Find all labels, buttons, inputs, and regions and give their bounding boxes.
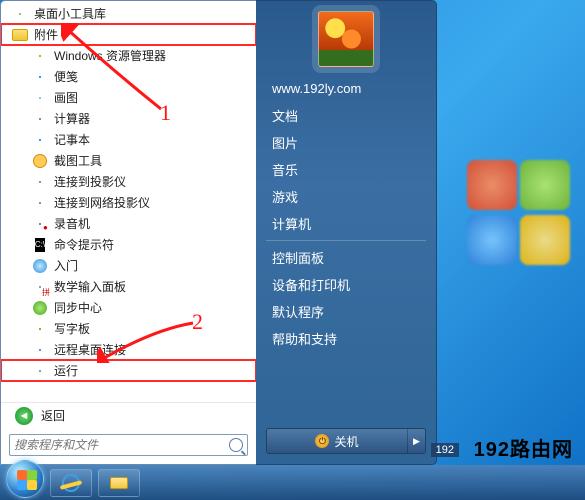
program-label: 运行 — [54, 362, 78, 379]
program-item-notepad[interactable]: 记事本 — [1, 129, 256, 150]
rp-link-a-0[interactable]: 文档 — [256, 102, 436, 129]
program-item-cmd[interactable]: C:\ 命令提示符 — [1, 234, 256, 255]
program-item-snip[interactable]: 截图工具 — [1, 150, 256, 171]
program-item-proj[interactable]: 连接到投影仪 — [1, 171, 256, 192]
program-item-sync[interactable]: 同步中心 — [1, 297, 256, 318]
program-item-intro[interactable]: 入门 — [1, 255, 256, 276]
taskbar-ie-button[interactable] — [50, 469, 92, 497]
search-box[interactable] — [9, 434, 248, 456]
rp-link-a-3[interactable]: 游戏 — [256, 183, 436, 210]
start-menu-right-pane: www.192ly.com 文档图片音乐游戏计算机 控制面板设备和打印机默认程序… — [256, 0, 437, 465]
rp-link-b-0[interactable]: 控制面板 — [256, 244, 436, 271]
start-button[interactable] — [6, 460, 44, 498]
taskbar-explorer-button[interactable] — [98, 469, 140, 497]
shutdown-button[interactable]: ⏻ 关机 — [267, 429, 407, 453]
tray-tooltip: 192 — [431, 443, 459, 457]
program-label: 画图 — [54, 89, 78, 106]
search-row — [1, 428, 256, 464]
program-label: 计算器 — [54, 110, 90, 127]
program-item-paint[interactable]: 画图 — [1, 87, 256, 108]
program-item-calc[interactable]: 计算器 — [1, 108, 256, 129]
rp-link-b-2[interactable]: 默认程序 — [256, 298, 436, 325]
cmd-icon: C:\ — [31, 236, 49, 254]
user-avatar[interactable] — [318, 11, 374, 67]
start-menu-left-pane: 桌面小工具库附件 Windows 资源管理器便笺画图计算器记事本截图工具连接到投影… — [0, 0, 256, 465]
netproj-icon — [31, 194, 49, 212]
program-item-explorer[interactable]: Windows 资源管理器 — [1, 45, 256, 66]
sticky-icon — [31, 68, 49, 86]
program-label: 连接到投影仪 — [54, 173, 126, 190]
back-label: 返回 — [41, 407, 65, 424]
program-item-rdp[interactable]: 远程桌面连接 — [1, 339, 256, 360]
wallpaper-windows-logo — [455, 160, 575, 280]
accessories-icon — [11, 26, 29, 44]
program-item-run[interactable]: 运行 — [1, 360, 256, 381]
folder-icon — [110, 477, 128, 489]
shutdown-button-group: ⏻ 关机 ▶ — [266, 428, 426, 454]
paint-icon — [31, 89, 49, 107]
search-input[interactable] — [14, 438, 229, 452]
notepad-icon — [31, 131, 49, 149]
program-label: 录音机 — [54, 215, 90, 232]
tablet-icon — [31, 320, 49, 338]
username-link[interactable]: www.192ly.com — [256, 75, 436, 102]
right-pane-list: www.192ly.com 文档图片音乐游戏计算机 控制面板设备和打印机默认程序… — [256, 71, 436, 422]
shutdown-options-arrow[interactable]: ▶ — [407, 429, 425, 453]
program-label: 附件 — [34, 26, 58, 43]
ime-icon — [31, 278, 49, 296]
power-icon: ⏻ — [315, 434, 329, 448]
rp-link-a-2[interactable]: 音乐 — [256, 156, 436, 183]
program-item-sndrec[interactable]: 录音机 — [1, 213, 256, 234]
rp-link-a-4[interactable]: 计算机 — [256, 210, 436, 237]
rp-link-b-1[interactable]: 设备和打印机 — [256, 271, 436, 298]
back-button[interactable]: ◄ 返回 — [1, 402, 256, 428]
back-arrow-icon: ◄ — [15, 407, 33, 425]
start-menu: 桌面小工具库附件 Windows 资源管理器便笺画图计算器记事本截图工具连接到投影… — [0, 0, 437, 465]
rp-link-b-3[interactable]: 帮助和支持 — [256, 325, 436, 352]
program-label: 写字板 — [54, 320, 90, 337]
ie-icon — [62, 474, 80, 492]
watermark-text: 192路由网 — [474, 433, 573, 462]
gadgets-icon — [11, 5, 29, 23]
program-label: 数学输入面板 — [54, 278, 126, 295]
program-label: 远程桌面连接 — [54, 341, 126, 358]
program-item-accessories[interactable]: 附件 — [1, 24, 256, 45]
program-label: 入门 — [54, 257, 78, 274]
program-label: 同步中心 — [54, 299, 102, 316]
rp-link-a-1[interactable]: 图片 — [256, 129, 436, 156]
program-label: 桌面小工具库 — [34, 5, 106, 22]
intro-icon — [31, 257, 49, 275]
program-list[interactable]: 桌面小工具库附件 Windows 资源管理器便笺画图计算器记事本截图工具连接到投影… — [1, 1, 256, 398]
shutdown-label: 关机 — [334, 433, 358, 450]
proj-icon — [31, 173, 49, 191]
rdp-icon — [31, 341, 49, 359]
sync-icon — [31, 299, 49, 317]
run-icon — [31, 362, 49, 380]
explorer-icon — [31, 47, 49, 65]
program-item-sticky[interactable]: 便笺 — [1, 66, 256, 87]
snip-icon — [31, 152, 49, 170]
program-label: 命令提示符 — [54, 236, 114, 253]
program-label: 便笺 — [54, 68, 78, 85]
program-item-gadgets[interactable]: 桌面小工具库 — [1, 3, 256, 24]
program-label: Windows 资源管理器 — [54, 47, 166, 64]
separator — [266, 240, 426, 241]
program-item-netproj[interactable]: 连接到网络投影仪 — [1, 192, 256, 213]
search-icon — [229, 438, 243, 452]
program-label: 记事本 — [54, 131, 90, 148]
sndrec-icon — [31, 215, 49, 233]
taskbar — [0, 465, 585, 500]
program-item-ime[interactable]: 数学输入面板 — [1, 276, 256, 297]
program-item-tablet[interactable]: 写字板 — [1, 318, 256, 339]
program-label: 连接到网络投影仪 — [54, 194, 150, 211]
program-label: 截图工具 — [54, 152, 102, 169]
calc-icon — [31, 110, 49, 128]
